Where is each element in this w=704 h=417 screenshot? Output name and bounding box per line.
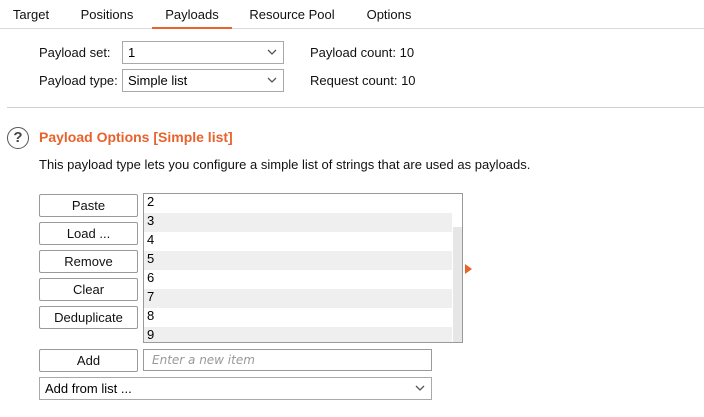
- payload-set-select[interactable]: 1: [122, 41, 284, 64]
- add-from-list-value: Add from list ...: [45, 381, 132, 396]
- list-item[interactable]: 2: [144, 194, 452, 213]
- deduplicate-button[interactable]: Deduplicate: [39, 306, 138, 329]
- chevron-down-icon: [267, 77, 277, 83]
- remove-button[interactable]: Remove: [39, 250, 138, 273]
- section-description: This payload type lets you configure a s…: [39, 157, 531, 172]
- payload-count-label: Payload count: 10: [310, 45, 415, 60]
- payload-type-value: Simple list: [128, 73, 188, 88]
- list-item[interactable]: 3: [144, 213, 452, 232]
- load-button[interactable]: Load ...: [39, 222, 138, 245]
- list-item[interactable]: 7: [144, 289, 452, 308]
- add-from-list-select[interactable]: Add from list ...: [39, 377, 432, 400]
- request-count-label: Request count: 10: [310, 73, 416, 88]
- list-item[interactable]: 8: [144, 308, 452, 327]
- add-button[interactable]: Add: [39, 349, 138, 372]
- payload-type-select[interactable]: Simple list: [122, 69, 284, 92]
- tab-payloads[interactable]: Payloads: [152, 0, 232, 29]
- payload-count-value: 10: [399, 45, 415, 60]
- list-item[interactable]: 4: [144, 232, 452, 251]
- tab-positions[interactable]: Positions: [72, 0, 142, 29]
- list-scrollbar[interactable]: [453, 227, 462, 342]
- question-circle-icon[interactable]: ?: [7, 127, 29, 149]
- new-item-input[interactable]: [143, 349, 432, 371]
- payload-set-value: 1: [128, 45, 136, 60]
- payload-list[interactable]: 2 3 4 5 6 7 8 9: [143, 193, 463, 343]
- tab-options[interactable]: Options: [358, 0, 420, 29]
- tab-resource-pool[interactable]: Resource Pool: [244, 0, 340, 29]
- tab-target[interactable]: Target: [4, 0, 58, 29]
- request-count-value: 10: [401, 73, 416, 88]
- list-item[interactable]: 9: [144, 327, 452, 342]
- paste-button[interactable]: Paste: [39, 194, 138, 217]
- list-item[interactable]: 6: [144, 270, 452, 289]
- section-title: Payload Options [Simple list]: [39, 129, 233, 145]
- chevron-down-icon: [415, 385, 425, 391]
- clear-button[interactable]: Clear: [39, 278, 138, 301]
- tab-bar: Target Positions Payloads Resource Pool …: [0, 0, 704, 29]
- chevron-down-icon: [267, 49, 277, 55]
- payload-type-label: Payload type:: [39, 73, 118, 88]
- payload-set-label: Payload set:: [39, 45, 111, 60]
- section-divider: [7, 107, 704, 108]
- list-item[interactable]: 5: [144, 251, 452, 270]
- expand-arrow-icon[interactable]: [465, 264, 472, 274]
